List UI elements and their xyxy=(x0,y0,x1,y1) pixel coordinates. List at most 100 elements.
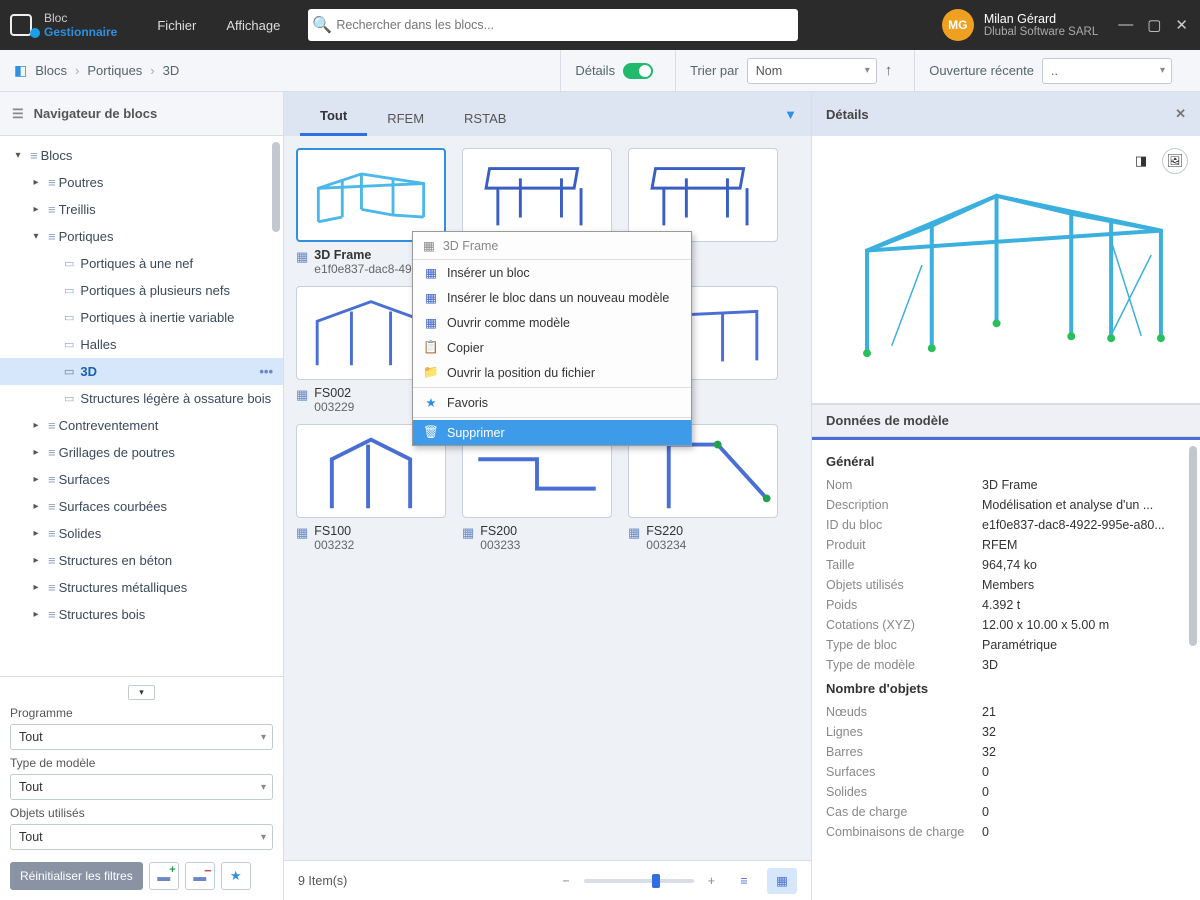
tree-item-trusses[interactable]: ▸≡Treillis xyxy=(0,196,283,223)
tab-all[interactable]: Tout xyxy=(300,98,367,136)
view-grid-button[interactable]: ▦ xyxy=(767,868,797,894)
filter-program-select[interactable]: Tout xyxy=(10,724,273,750)
app-logo xyxy=(8,10,38,40)
filter-objects-label: Objets utilisés xyxy=(10,806,273,820)
ctx-open-location[interactable]: 📁Ouvrir la position du fichier xyxy=(413,360,691,385)
filter-modeltype-label: Type de modèle xyxy=(10,756,273,770)
prop-row: Lignes32 xyxy=(812,722,1200,742)
view-switcher: ≡ ▦ xyxy=(729,868,797,894)
prop-row: Surfaces0 xyxy=(812,762,1200,782)
tree-item[interactable]: ▸≡Surfaces courbées xyxy=(0,493,283,520)
ctx-insert-new-model[interactable]: ▦Insérer le bloc dans un nouveau modèle xyxy=(413,285,691,310)
crumb-3d[interactable]: 3D xyxy=(163,63,180,78)
tree-item-beams[interactable]: ▸≡Poutres xyxy=(0,169,283,196)
tree-item[interactable]: ▸≡Structures bois xyxy=(0,601,283,628)
sort-label: Trier par xyxy=(690,63,739,78)
crumb-frames[interactable]: Portiques xyxy=(87,63,142,78)
tree-item-frames[interactable]: ▾≡Portiques xyxy=(0,223,283,250)
user-block[interactable]: MG Milan Gérard Dlubal Software SARL xyxy=(942,9,1098,41)
breadcrumb-bar: ◧ Blocs › Portiques › 3D Détails Trier p… xyxy=(0,50,1200,92)
filter-modeltype-select[interactable]: Tout xyxy=(10,774,273,800)
search-box[interactable]: 🔍 xyxy=(308,9,798,41)
prop-row: Nom3D Frame xyxy=(812,475,1200,495)
tab-rfem[interactable]: RFEM xyxy=(367,101,444,136)
menu-file[interactable]: Fichier xyxy=(157,18,196,33)
details-toggle[interactable] xyxy=(623,63,653,79)
chevron-icon: › xyxy=(150,63,154,78)
title-bar: Bloc Gestionnaire Fichier Affichage 🔍 MG… xyxy=(0,0,1200,50)
item-gallery: ▦3D Framee1f0e837-dac8-4922 ▦FS002003229… xyxy=(284,136,811,860)
ctx-open-as-model[interactable]: ▦Ouvrir comme modèle xyxy=(413,310,691,335)
prop-row: Taille964,74 ko xyxy=(812,555,1200,575)
minimize-button[interactable]: — xyxy=(1118,16,1133,34)
maximize-button[interactable]: ▢ xyxy=(1147,16,1161,34)
main-menu: Fichier Affichage xyxy=(157,18,280,33)
user-info: Milan Gérard Dlubal Software SARL xyxy=(984,12,1098,38)
close-button[interactable]: ✕ xyxy=(1175,16,1188,34)
details-header: Détails ✕ xyxy=(812,92,1200,136)
reset-filters-button[interactable]: Réinitialiser les filtres xyxy=(10,862,143,890)
ctx-delete[interactable]: 🗑Supprimer xyxy=(413,420,691,445)
ellipsis-icon[interactable]: ••• xyxy=(259,364,273,379)
tree-leaf[interactable]: ▭Halles xyxy=(0,331,283,358)
prop-row: Combinaisons de charge0 xyxy=(812,822,1200,842)
tree-leaf[interactable]: ▭Structures légère à ossature bois xyxy=(0,385,283,412)
menu-view[interactable]: Affichage xyxy=(226,18,280,33)
image-view-button[interactable]: 🖼 xyxy=(1162,148,1188,174)
prop-row: Cotations (XYZ)12.00 x 10.00 x 5.00 m xyxy=(812,615,1200,635)
tree-item[interactable]: ▸≡Grillages de poutres xyxy=(0,439,283,466)
prop-row: Nœuds21 xyxy=(812,702,1200,722)
window-controls: — ▢ ✕ xyxy=(1118,16,1188,34)
search-input[interactable] xyxy=(336,18,798,32)
sort-dropdown[interactable]: Nom xyxy=(747,58,877,84)
tree-item[interactable]: ▸≡Contreventement xyxy=(0,412,283,439)
context-menu-title: ▦3D Frame xyxy=(413,232,691,260)
group-object-count: Nombre d'objets xyxy=(812,675,1200,702)
tree-item[interactable]: ▸≡Structures métalliques xyxy=(0,574,283,601)
model-data-heading: Données de modèle xyxy=(812,404,1200,437)
recent-dropdown[interactable]: .. xyxy=(1042,58,1172,84)
zoom-slider[interactable] xyxy=(584,879,694,883)
tab-rstab[interactable]: RSTAB xyxy=(444,101,526,136)
props-scrollbar[interactable] xyxy=(1189,446,1197,856)
tree-item[interactable]: ▸≡Surfaces xyxy=(0,466,283,493)
tree-leaf[interactable]: ▭Portiques à une nef xyxy=(0,250,283,277)
sort-direction-button[interactable]: ↑ xyxy=(885,62,893,79)
tree-item[interactable]: ▸≡Structures en béton xyxy=(0,547,283,574)
ctx-copy[interactable]: 📋Copier xyxy=(413,335,691,360)
tree-leaf[interactable]: ▭Portiques à inertie variable xyxy=(0,304,283,331)
filter-add-button[interactable]: ▬+ xyxy=(149,862,179,890)
avatar: MG xyxy=(942,9,974,41)
ctx-favorite[interactable]: ★Favoris xyxy=(413,390,691,415)
filter-program-label: Programme xyxy=(10,706,273,720)
zoom-in-button[interactable]: + xyxy=(708,874,715,888)
tree-root[interactable]: ▾≡Blocs xyxy=(0,142,283,169)
cube-icon: ◧ xyxy=(14,62,27,79)
prop-row: Cas de charge0 xyxy=(812,802,1200,822)
recent-group: Ouverture récente .. xyxy=(914,50,1186,91)
tree-leaf[interactable]: ▭Portiques à plusieurs nefs xyxy=(0,277,283,304)
block-icon: ▦ xyxy=(296,525,308,541)
ctx-insert-block[interactable]: ▦Insérer un bloc xyxy=(413,260,691,285)
crumb-blocks[interactable]: Blocs xyxy=(35,63,67,78)
zoom-out-button[interactable]: − xyxy=(562,874,569,888)
filter-objects-select[interactable]: Tout xyxy=(10,824,273,850)
favorite-button[interactable]: ★ xyxy=(221,862,251,890)
details-toggle-group: Détails xyxy=(560,50,667,91)
filter-remove-button[interactable]: ▬− xyxy=(185,862,215,890)
view-list-button[interactable]: ≡ xyxy=(729,868,759,894)
chevron-icon: › xyxy=(75,63,79,78)
prop-row: Solides0 xyxy=(812,782,1200,802)
tree-leaf-3d[interactable]: ▭3D••• xyxy=(0,358,283,385)
iso-view-button[interactable]: ◨ xyxy=(1128,148,1154,174)
tree-scrollbar[interactable] xyxy=(272,142,280,652)
block-icon: ▦ xyxy=(628,525,640,541)
preview-3d[interactable]: ◨ 🖼 xyxy=(812,136,1200,404)
funnel-icon[interactable]: ▼ xyxy=(784,107,797,122)
block-tree[interactable]: ▾≡Blocs ▸≡Poutres ▸≡Treillis ▾≡Portiques… xyxy=(0,136,283,676)
list-icon: ≡ xyxy=(740,874,747,888)
collapse-handle[interactable]: ▾ xyxy=(128,685,155,700)
tree-item[interactable]: ▸≡Solides xyxy=(0,520,283,547)
close-panel-button[interactable]: ✕ xyxy=(1175,106,1186,122)
block-icon: ▦ xyxy=(462,525,474,541)
